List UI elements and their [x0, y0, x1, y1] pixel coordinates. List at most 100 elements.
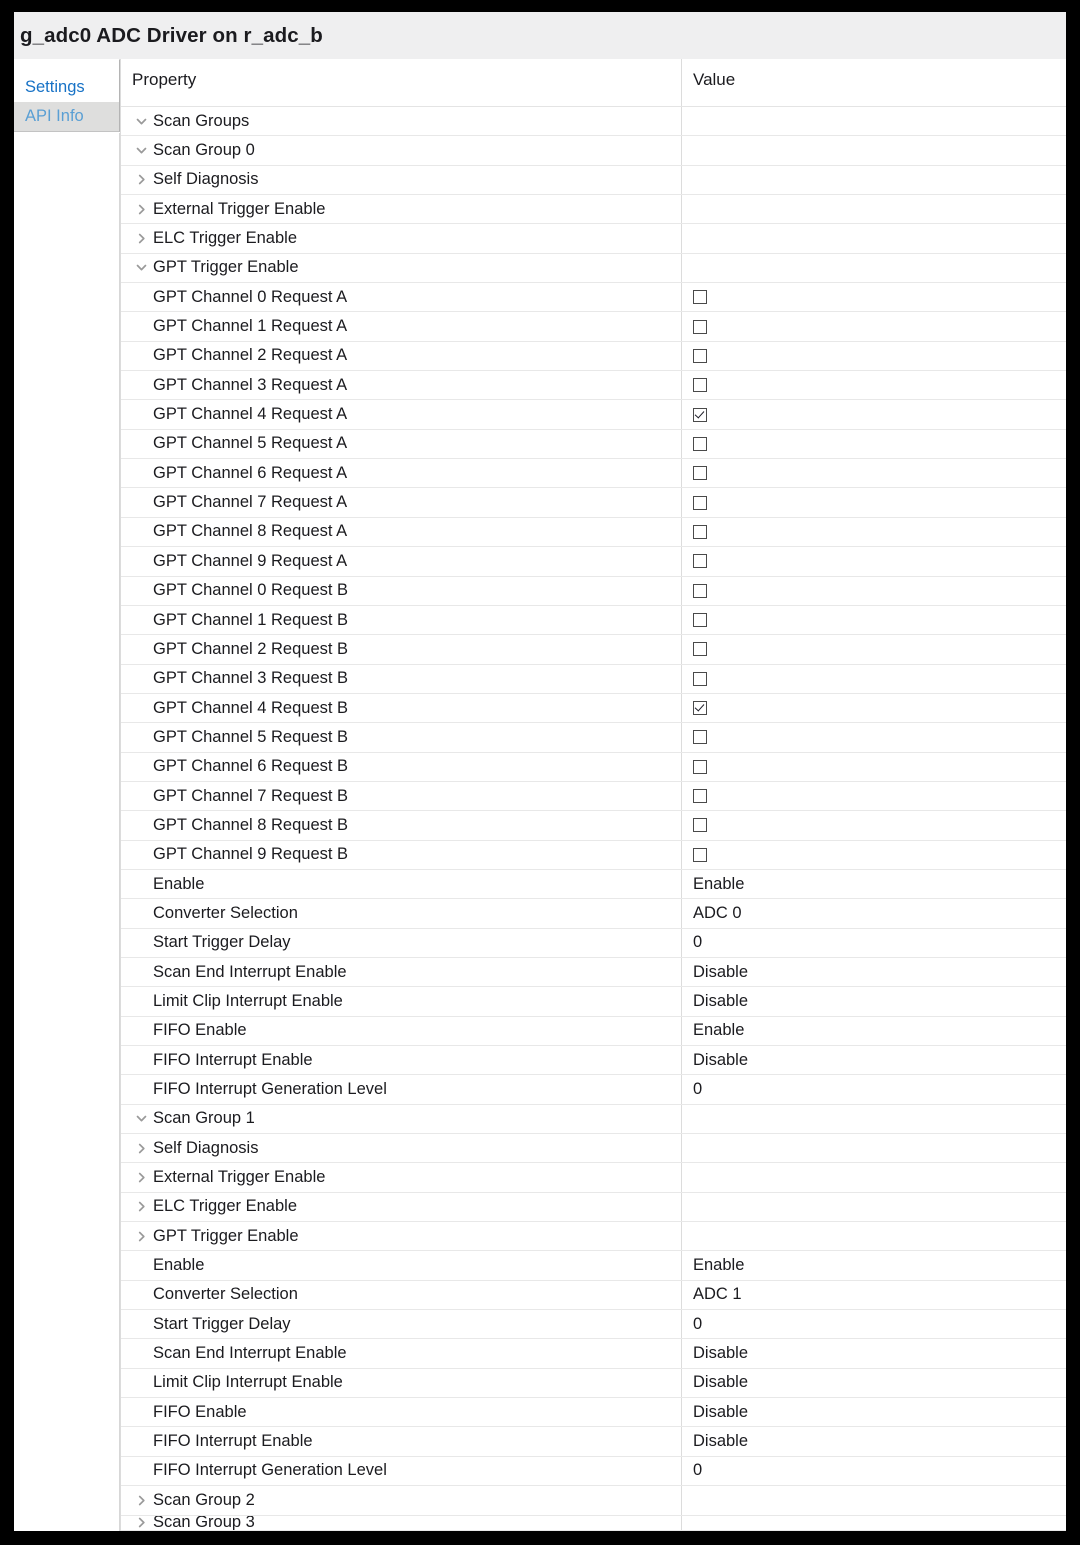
chevron-right-icon[interactable] [132, 1491, 150, 1509]
table-row[interactable]: Limit Clip Interrupt Enable Disable [121, 987, 1066, 1017]
table-row[interactable]: GPT Channel 0 Request A [121, 283, 1066, 313]
value-cell[interactable]: Enable [681, 1251, 1066, 1280]
checkbox-unchecked-icon[interactable] [693, 642, 707, 657]
table-row[interactable]: GPT Channel 2 Request B [121, 635, 1066, 665]
value-cell[interactable] [681, 165, 1066, 195]
table-row[interactable]: GPT Channel 4 Request B [121, 693, 1066, 724]
table-row[interactable]: Self Diagnosis [121, 165, 1066, 196]
value-cell[interactable] [681, 224, 1066, 253]
checkbox-unchecked-icon[interactable] [693, 554, 707, 569]
value-cell[interactable] [681, 517, 1066, 547]
table-row[interactable]: Scan Group 2 [121, 1486, 1066, 1516]
table-row[interactable]: External Trigger Enable [121, 195, 1066, 225]
table-row[interactable]: GPT Channel 4 Request A [121, 400, 1066, 430]
table-row[interactable]: GPT Channel 5 Request A [121, 429, 1066, 460]
value-cell[interactable] [681, 1486, 1066, 1515]
table-row[interactable]: GPT Channel 6 Request A [121, 459, 1066, 489]
chevron-right-icon[interactable] [132, 171, 150, 189]
table-row[interactable]: Start Trigger Delay 0 [121, 928, 1066, 958]
value-cell[interactable] [681, 1515, 1066, 1530]
table-row[interactable]: GPT Channel 7 Request A [121, 488, 1066, 518]
value-cell[interactable] [681, 400, 1066, 429]
table-row[interactable]: External Trigger Enable [121, 1163, 1066, 1193]
table-row[interactable]: ELC Trigger Enable [121, 1192, 1066, 1223]
checkbox-unchecked-icon[interactable] [693, 348, 707, 363]
checkbox-unchecked-icon[interactable] [693, 319, 707, 334]
checkbox-unchecked-icon[interactable] [693, 378, 707, 393]
value-cell[interactable] [681, 840, 1066, 869]
table-row[interactable]: Scan End Interrupt Enable Disable [121, 1339, 1066, 1369]
tab-settings[interactable]: Settings [14, 72, 120, 102]
table-row[interactable]: Scan Groups [121, 107, 1066, 137]
checkbox-unchecked-icon[interactable] [693, 495, 707, 510]
chevron-down-icon[interactable] [132, 142, 150, 160]
value-cell[interactable]: Disable [681, 1368, 1066, 1398]
table-row[interactable]: GPT Channel 2 Request A [121, 341, 1066, 372]
table-row[interactable]: GPT Channel 6 Request B [121, 752, 1066, 782]
value-cell[interactable]: Disable [681, 1046, 1066, 1075]
table-row[interactable]: Scan End Interrupt Enable Disable [121, 957, 1066, 988]
value-cell[interactable]: ADC 1 [681, 1280, 1066, 1310]
value-cell[interactable] [681, 1222, 1066, 1251]
table-row[interactable]: Converter Selection ADC 1 [121, 1280, 1066, 1311]
value-cell[interactable] [681, 1134, 1066, 1163]
checkbox-unchecked-icon[interactable] [693, 789, 707, 804]
table-row[interactable]: GPT Channel 3 Request B [121, 664, 1066, 694]
checkbox-unchecked-icon[interactable] [693, 730, 707, 745]
table-row[interactable]: Scan Group 0 [121, 136, 1066, 166]
table-row[interactable]: FIFO Interrupt Generation Level 0 [121, 1456, 1066, 1487]
value-cell[interactable] [681, 107, 1066, 136]
value-cell[interactable]: Disable [681, 987, 1066, 1016]
table-row[interactable]: FIFO Interrupt Enable Disable [121, 1427, 1066, 1457]
table-row[interactable]: Enable Enable [121, 1251, 1066, 1281]
table-row[interactable]: Scan Group 3 [121, 1515, 1066, 1531]
table-row[interactable]: GPT Trigger Enable [121, 1222, 1066, 1252]
value-cell[interactable]: 0 [681, 1075, 1066, 1104]
table-row[interactable]: Enable Enable [121, 869, 1066, 900]
value-cell[interactable] [681, 635, 1066, 664]
value-cell[interactable] [681, 723, 1066, 752]
table-row[interactable]: GPT Trigger Enable [121, 253, 1066, 284]
value-cell[interactable] [681, 488, 1066, 517]
checkbox-unchecked-icon[interactable] [693, 847, 707, 862]
checkbox-checked-icon[interactable] [693, 407, 707, 422]
value-cell[interactable]: Enable [681, 869, 1066, 899]
value-cell[interactable] [681, 429, 1066, 459]
value-cell[interactable] [681, 605, 1066, 635]
value-cell[interactable]: Disable [681, 1398, 1066, 1427]
table-row[interactable]: FIFO Enable Disable [121, 1398, 1066, 1428]
table-row[interactable]: GPT Channel 1 Request A [121, 312, 1066, 342]
table-row[interactable]: GPT Channel 5 Request B [121, 723, 1066, 753]
chevron-right-icon[interactable] [132, 230, 150, 248]
chevron-right-icon[interactable] [132, 1169, 150, 1187]
chevron-right-icon[interactable] [132, 1139, 150, 1157]
value-cell[interactable]: Disable [681, 1339, 1066, 1368]
value-cell[interactable] [681, 693, 1066, 723]
chevron-down-icon[interactable] [132, 259, 150, 277]
table-row[interactable]: ELC Trigger Enable [121, 224, 1066, 254]
checkbox-unchecked-icon[interactable] [693, 583, 707, 598]
value-cell[interactable]: 0 [681, 1310, 1066, 1339]
value-cell[interactable] [681, 312, 1066, 341]
value-cell[interactable]: 0 [681, 928, 1066, 957]
value-cell[interactable]: Disable [681, 1427, 1066, 1456]
checkbox-unchecked-icon[interactable] [693, 818, 707, 833]
value-cell[interactable] [681, 253, 1066, 283]
value-cell[interactable] [681, 664, 1066, 693]
table-row[interactable]: GPT Channel 7 Request B [121, 781, 1066, 812]
value-cell[interactable]: 0 [681, 1456, 1066, 1486]
checkbox-unchecked-icon[interactable] [693, 436, 707, 451]
value-cell[interactable]: Enable [681, 1016, 1066, 1045]
table-row[interactable]: FIFO Interrupt Enable Disable [121, 1046, 1066, 1076]
value-cell[interactable] [681, 1163, 1066, 1192]
table-row[interactable]: GPT Channel 8 Request B [121, 811, 1066, 841]
table-row[interactable]: GPT Channel 1 Request B [121, 605, 1066, 636]
table-row[interactable]: Self Diagnosis [121, 1134, 1066, 1164]
checkbox-checked-icon[interactable] [693, 701, 707, 716]
table-row[interactable]: Limit Clip Interrupt Enable Disable [121, 1368, 1066, 1399]
value-cell[interactable] [681, 576, 1066, 605]
table-row[interactable]: Start Trigger Delay 0 [121, 1310, 1066, 1340]
value-cell[interactable] [681, 1192, 1066, 1222]
table-row[interactable]: GPT Channel 9 Request A [121, 547, 1066, 577]
value-cell[interactable] [681, 195, 1066, 224]
